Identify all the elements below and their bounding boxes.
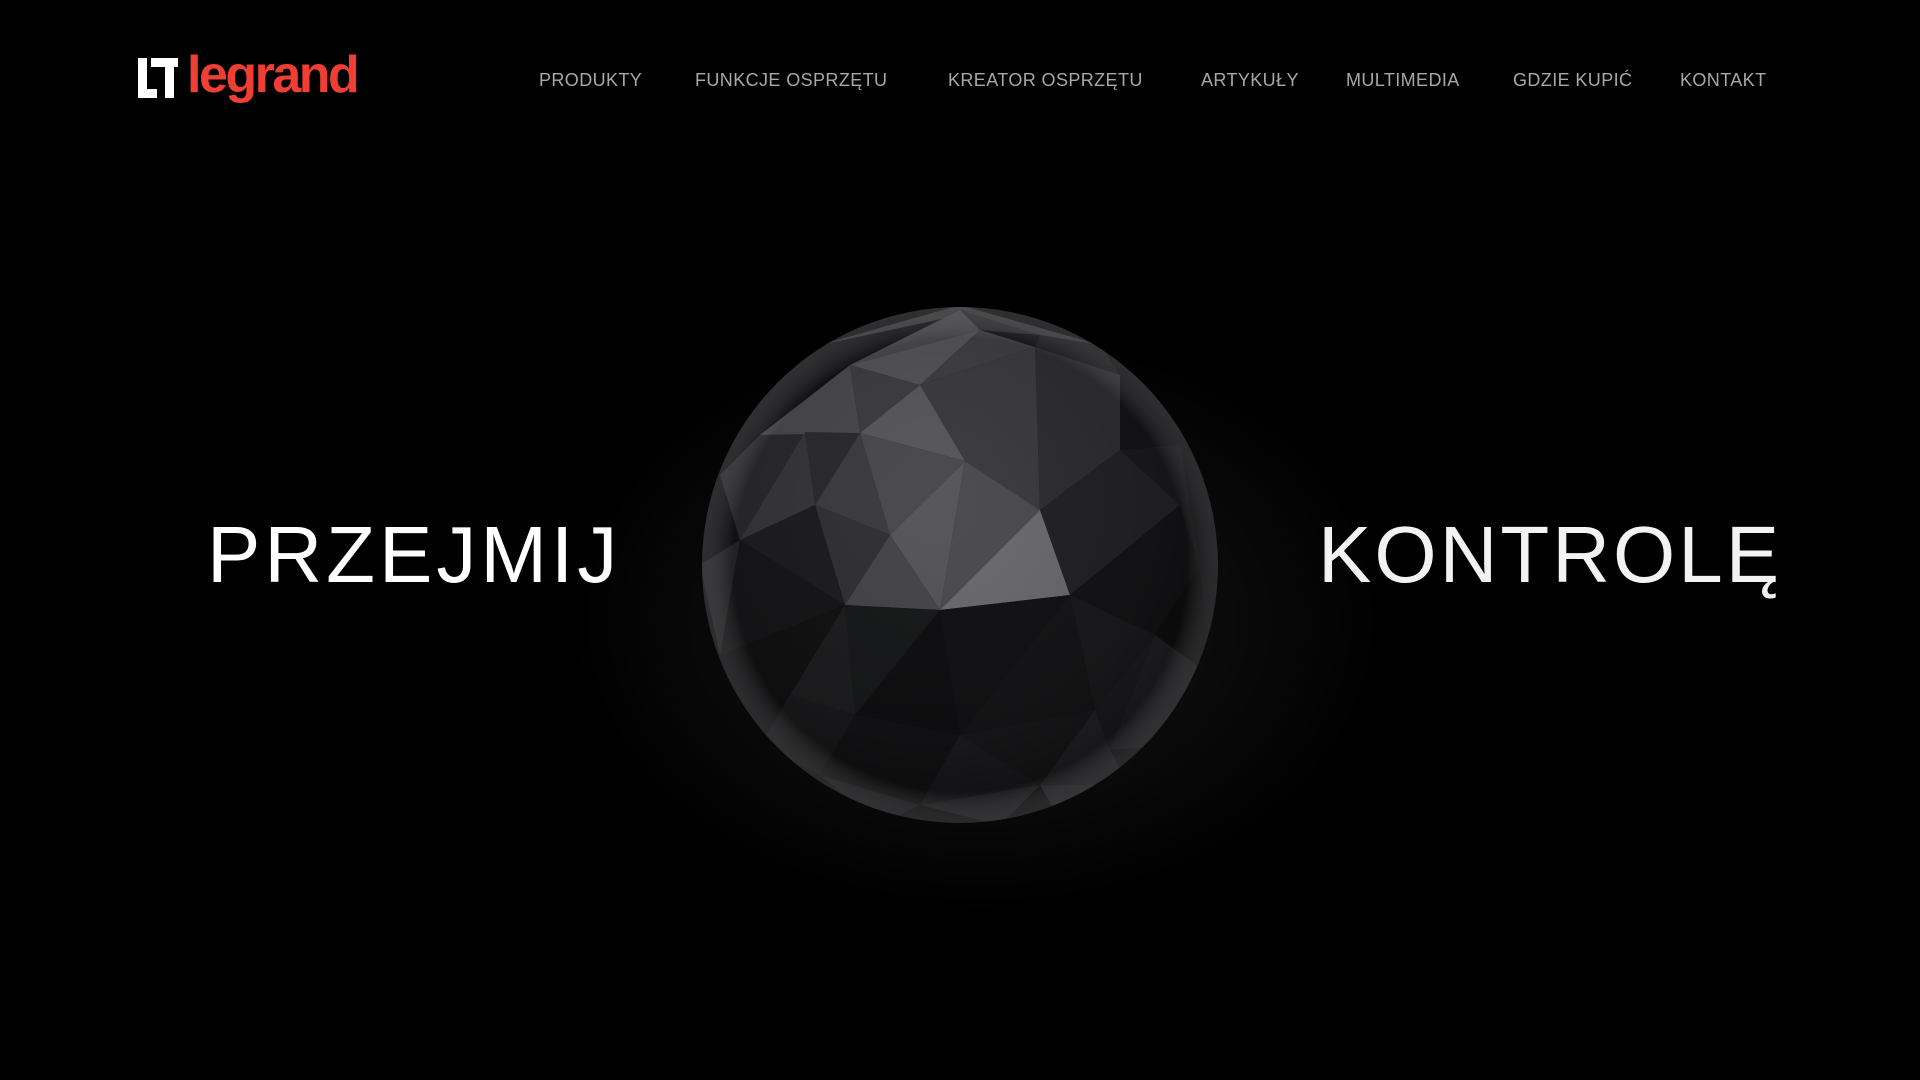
nav-item-produkty[interactable]: PRODUKTY	[539, 66, 642, 94]
hero-headline-left: PRZEJMIJ	[207, 510, 622, 599]
hero-section: PRZEJMIJ KONTROLĘ	[0, 160, 1920, 1080]
site-header: legrand PRODUKTY FUNKCJE OSPRZĘTU KREATO…	[0, 0, 1920, 160]
nav-item-funkcje-osprzetu[interactable]: FUNKCJE OSPRZĘTU	[695, 66, 887, 94]
nav-item-artykuly[interactable]: ARTYKUŁY	[1201, 66, 1299, 94]
main-navigation: PRODUKTY FUNKCJE OSPRZĘTU KREATOR OSPRZĘ…	[0, 66, 1920, 94]
faceted-sphere-icon[interactable]	[700, 305, 1220, 825]
nav-item-kontakt[interactable]: KONTAKT	[1680, 66, 1766, 94]
nav-item-kreator-osprzetu[interactable]: KREATOR OSPRZĘTU	[948, 66, 1143, 94]
sphere-rim	[702, 307, 1218, 823]
nav-item-multimedia[interactable]: MULTIMEDIA	[1346, 66, 1460, 94]
hero-headline-right: KONTROLĘ	[1318, 510, 1783, 599]
nav-item-gdzie-kupic[interactable]: GDZIE KUPIĆ	[1513, 66, 1632, 94]
